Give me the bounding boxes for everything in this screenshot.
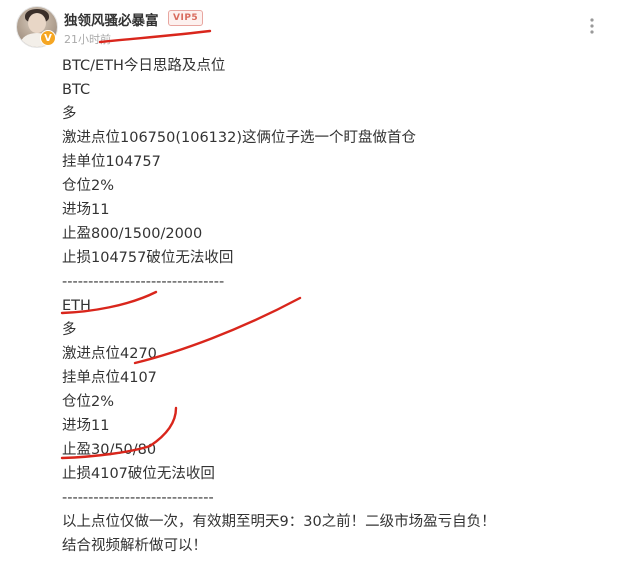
verified-v-icon: V xyxy=(40,30,56,46)
divider-line: ----------------------------- xyxy=(62,490,214,506)
post-line: 多 xyxy=(62,106,77,122)
post-body: BTC/ETH今日思路及点位 BTC 多 激进点位106750(106132)这… xyxy=(62,54,622,558)
post-line: ETH xyxy=(62,298,91,314)
weibo-post: V 独领风骚必暴富 VIP5 21小时前 BTC/ETH今日思路及点位 BTC … xyxy=(0,0,628,564)
post-line: 止损104757破位无法收回 xyxy=(62,250,234,266)
post-timestamp[interactable]: 21小时前 xyxy=(64,31,111,47)
post-line: 仓位2% xyxy=(62,178,115,194)
post-line: 挂单位104757 xyxy=(62,154,161,170)
post-line: 以上点位仅做一次，有效期至明天9：30之前！二级市场盈亏自负！ xyxy=(62,514,496,530)
post-line: 激进点位106750(106132)这俩位子选一个盯盘做首仓 xyxy=(62,130,417,146)
divider-line: ------------------------------- xyxy=(62,274,225,290)
post-line: 进场11 xyxy=(62,418,110,434)
vip-badge[interactable]: VIP5 xyxy=(168,10,204,26)
post-line: 挂单点位4107 xyxy=(62,370,157,386)
post-line: 激进点位4270 xyxy=(62,346,157,362)
post-line: 仓位2% xyxy=(62,394,115,410)
post-line: 结合视频解析做可以！ xyxy=(62,538,207,554)
annotation-underline-timestamp xyxy=(98,29,212,44)
more-vertical-icon[interactable] xyxy=(582,16,602,36)
post-line: 止盈800/1500/2000 xyxy=(62,226,203,242)
post-line: BTC xyxy=(62,82,91,98)
post-line: BTC/ETH今日思路及点位 xyxy=(62,58,226,74)
post-line: 进场11 xyxy=(62,202,110,218)
author-name[interactable]: 独领风骚必暴富 xyxy=(64,9,159,29)
post-line: 多 xyxy=(62,322,77,338)
post-line: 止盈30/50/80 xyxy=(62,442,157,458)
post-line: 止损4107破位无法收回 xyxy=(62,466,215,482)
